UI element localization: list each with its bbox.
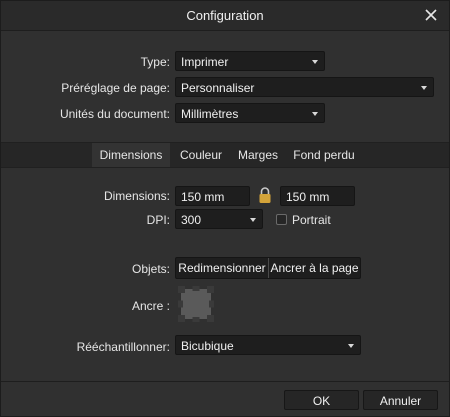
- units-select[interactable]: Millimètres: [175, 103, 325, 123]
- chevron-down-icon: [250, 218, 256, 222]
- units-select-value: Millimètres: [181, 107, 239, 121]
- anchor-to-page-option[interactable]: Ancrer à la page: [269, 258, 360, 278]
- portrait-checkbox[interactable]: [276, 214, 287, 225]
- tab-fond-perdu[interactable]: Fond perdu: [287, 143, 361, 167]
- units-label: Unités du document:: [59, 107, 170, 121]
- preset-select-value: Personnaliser: [181, 81, 255, 95]
- tab-marges[interactable]: Marges: [231, 143, 285, 167]
- cancel-button[interactable]: Annuler: [363, 390, 438, 410]
- chevron-down-icon: [312, 112, 318, 116]
- chevron-down-icon: [312, 60, 318, 64]
- resample-label: Rééchantillonner:: [76, 340, 170, 354]
- dpi-select[interactable]: 300: [175, 209, 263, 229]
- height-field[interactable]: 150 mm: [280, 186, 355, 206]
- resample-select[interactable]: Bicubique: [175, 335, 361, 355]
- preset-label: Préréglage de page:: [61, 81, 170, 95]
- ok-button[interactable]: OK: [284, 390, 359, 410]
- dpi-label: DPI:: [146, 213, 170, 227]
- tab-strip: Dimensions Couleur Marges Fond perdu: [1, 142, 449, 168]
- configuration-dialog: Configuration Type: Imprimer Préréglage …: [0, 0, 450, 417]
- type-select-value: Imprimer: [181, 55, 229, 69]
- anchor-grid-icon[interactable]: [178, 286, 214, 322]
- type-label: Type:: [140, 55, 170, 69]
- dimensions-label: Dimensions:: [103, 189, 170, 203]
- dpi-select-value: 300: [181, 213, 202, 227]
- tab-dimensions[interactable]: Dimensions: [92, 143, 170, 167]
- lock-icon[interactable]: [258, 186, 272, 204]
- objects-label: Objets:: [131, 262, 170, 276]
- anchor-label: Ancre :: [131, 299, 170, 313]
- objects-segmented-control: Redimensionner Ancrer à la page: [175, 257, 361, 279]
- resample-select-value: Bicubique: [181, 339, 234, 353]
- type-select[interactable]: Imprimer: [175, 51, 325, 71]
- portrait-label: Portrait: [292, 213, 331, 227]
- close-icon[interactable]: [421, 5, 441, 25]
- width-field[interactable]: 150 mm: [175, 186, 250, 206]
- preset-select[interactable]: Personnaliser: [175, 77, 434, 97]
- chevron-down-icon: [421, 86, 427, 90]
- resize-option[interactable]: Redimensionner: [176, 258, 268, 278]
- footer-divider: [1, 381, 449, 382]
- window-title: Configuration: [186, 8, 264, 23]
- title-bar: Configuration: [1, 1, 449, 31]
- chevron-down-icon: [348, 344, 354, 348]
- tab-couleur[interactable]: Couleur: [172, 143, 230, 167]
